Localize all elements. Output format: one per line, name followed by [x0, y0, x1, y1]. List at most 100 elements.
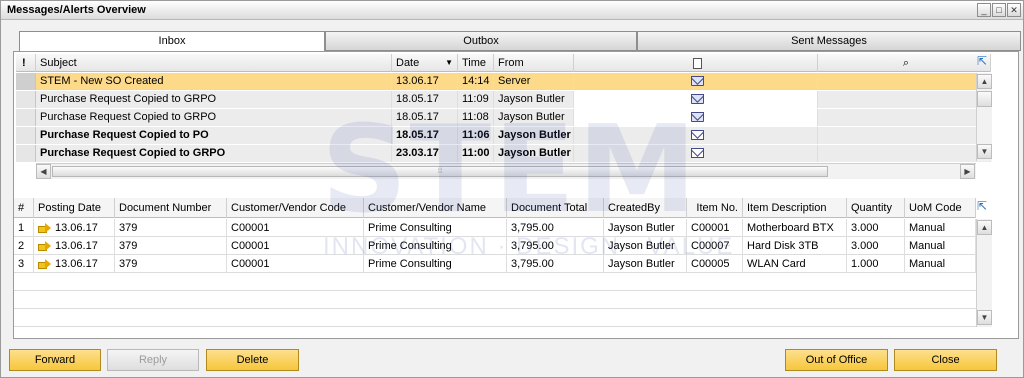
- attachment-cell: [818, 127, 991, 144]
- close-button[interactable]: Close: [894, 349, 997, 371]
- message-subject: STEM - New SO Created: [36, 73, 392, 90]
- column-uom-code[interactable]: UoM Code: [905, 198, 976, 218]
- column-subject[interactable]: Subject: [36, 54, 392, 72]
- envelope-open-icon: [691, 76, 704, 87]
- message-subject: Purchase Request Copied to PO: [36, 127, 392, 144]
- tab-outbox[interactable]: Outbox: [325, 31, 637, 51]
- messages-vertical-scrollbar[interactable]: ▲ ▼: [976, 73, 992, 161]
- detail-uom-code: Manual: [905, 219, 976, 237]
- scroll-left-icon[interactable]: ◀: [36, 164, 51, 179]
- scroll-up-icon[interactable]: ▲: [977, 74, 992, 89]
- messages-grid-header: ! Subject Date ▼ Time From ⌕: [16, 54, 991, 72]
- link-arrow-icon[interactable]: [38, 240, 51, 251]
- row-selector[interactable]: [16, 145, 36, 162]
- detail-customer-vendor-code: C00001: [227, 219, 364, 237]
- link-arrow-icon[interactable]: [38, 258, 51, 269]
- row-selector[interactable]: [16, 127, 36, 144]
- row-selector[interactable]: [16, 73, 36, 90]
- detail-created-by: Jayson Butler: [604, 219, 687, 237]
- column-item-description[interactable]: Item Description: [743, 198, 847, 218]
- column-customer-vendor-name[interactable]: Customer/Vendor Name: [364, 198, 507, 218]
- scroll-right-icon[interactable]: ▶: [960, 164, 975, 179]
- message-row[interactable]: STEM - New SO Created 13.06.17 14:14 Ser…: [16, 73, 991, 90]
- column-attachment[interactable]: ⌕: [818, 54, 991, 72]
- message-time: 14:14: [458, 73, 494, 90]
- message-time: 11:06: [458, 127, 494, 144]
- sort-desc-icon: ▼: [445, 58, 453, 67]
- tab-sent-messages[interactable]: Sent Messages: [637, 31, 1021, 51]
- tab-inbox[interactable]: Inbox: [19, 31, 325, 52]
- column-index[interactable]: #: [14, 198, 34, 218]
- envelope-open-icon: [691, 112, 704, 123]
- link-arrow-icon[interactable]: [38, 222, 51, 233]
- scroll-up-icon[interactable]: ▲: [977, 220, 992, 235]
- column-created-by[interactable]: CreatedBy: [604, 198, 687, 218]
- detail-index: 2: [14, 237, 34, 255]
- scroll-down-icon[interactable]: ▼: [977, 310, 992, 325]
- horizontal-scroll-thumb[interactable]: ⦙⦙⦙: [52, 166, 828, 177]
- column-quantity[interactable]: Quantity: [847, 198, 905, 218]
- maximize-icon[interactable]: □: [992, 3, 1006, 17]
- delete-button[interactable]: Delete: [206, 349, 299, 371]
- paperclip-icon: ⌕: [902, 57, 910, 69]
- details-grid-header: # Posting Date Document Number Customer/…: [14, 198, 976, 218]
- detail-customer-vendor-name: Prime Consulting: [364, 255, 507, 273]
- column-date-label: Date: [396, 57, 420, 69]
- detail-posting-date-value: 13.06.17: [55, 240, 98, 252]
- message-row[interactable]: Purchase Request Copied to GRPO 23.03.17…: [16, 145, 991, 162]
- detail-row[interactable]: 1 13.06.17 379 C00001 Prime Consulting 3…: [14, 219, 976, 237]
- column-document-number[interactable]: Document Number: [115, 198, 227, 218]
- message-from: Jayson Butler: [494, 91, 574, 108]
- detail-index: 1: [14, 219, 34, 237]
- message-row[interactable]: Purchase Request Copied to GRPO 18.05.17…: [16, 91, 991, 108]
- detail-posting-date: 13.06.17: [34, 237, 115, 255]
- messages-horizontal-scrollbar[interactable]: ◀ ⦙⦙⦙ ▶: [36, 163, 976, 179]
- message-row[interactable]: Purchase Request Copied to GRPO 18.05.17…: [16, 109, 991, 126]
- detail-posting-date: 13.06.17: [34, 219, 115, 237]
- column-document-total[interactable]: Document Total: [507, 198, 604, 218]
- detail-row[interactable]: 2 13.06.17 379 C00001 Prime Consulting 3…: [14, 237, 976, 255]
- column-time[interactable]: Time: [458, 54, 494, 72]
- column-from[interactable]: From: [494, 54, 574, 72]
- detail-row-empty[interactable]: [14, 309, 976, 327]
- column-date[interactable]: Date ▼: [392, 54, 458, 72]
- detail-row[interactable]: 3 13.06.17 379 C00001 Prime Consulting 3…: [14, 255, 976, 273]
- detail-posting-date-value: 13.06.17: [55, 258, 98, 270]
- column-read-status[interactable]: [574, 54, 818, 72]
- message-subject: Purchase Request Copied to GRPO: [36, 109, 392, 126]
- row-selector[interactable]: [16, 91, 36, 108]
- detail-item-description: Motherboard BTX: [743, 219, 847, 237]
- forward-button[interactable]: Forward: [9, 349, 101, 371]
- message-time: 11:08: [458, 109, 494, 126]
- column-flag[interactable]: !: [16, 54, 36, 72]
- detail-row-empty[interactable]: [14, 291, 976, 309]
- document-icon: [693, 57, 702, 69]
- details-vertical-scrollbar[interactable]: ▲ ▼: [976, 219, 992, 327]
- minimize-icon[interactable]: _: [977, 3, 991, 17]
- read-status-cell: [574, 73, 818, 90]
- column-customer-vendor-code[interactable]: Customer/Vendor Code: [227, 198, 364, 218]
- detail-document-number: 379: [115, 255, 227, 273]
- detail-row-empty[interactable]: [14, 273, 976, 291]
- message-date: 18.05.17: [392, 127, 458, 144]
- reply-button[interactable]: Reply: [107, 349, 199, 371]
- tab-strip: Inbox Outbox Sent Messages: [19, 31, 1021, 52]
- read-status-cell: [574, 127, 818, 144]
- message-row[interactable]: Purchase Request Copied to PO 18.05.17 1…: [16, 127, 991, 144]
- column-item-no[interactable]: Item No.: [687, 198, 743, 218]
- detail-document-total: 3,795.00: [507, 237, 604, 255]
- detail-document-total: 3,795.00: [507, 219, 604, 237]
- close-icon[interactable]: ✕: [1007, 3, 1021, 17]
- scroll-down-icon[interactable]: ▼: [977, 144, 992, 159]
- expand-grid-icon[interactable]: ⇱: [976, 55, 988, 67]
- detail-customer-vendor-name: Prime Consulting: [364, 237, 507, 255]
- detail-uom-code: Manual: [905, 237, 976, 255]
- scroll-thumb[interactable]: [977, 91, 992, 107]
- out-of-office-button[interactable]: Out of Office: [785, 349, 888, 371]
- column-posting-date[interactable]: Posting Date: [34, 198, 115, 218]
- window-title: Messages/Alerts Overview: [7, 4, 146, 16]
- row-selector[interactable]: [16, 109, 36, 126]
- read-status-cell: [574, 91, 818, 108]
- attachment-cell: [818, 73, 991, 90]
- expand-details-icon[interactable]: ⇱: [976, 200, 988, 212]
